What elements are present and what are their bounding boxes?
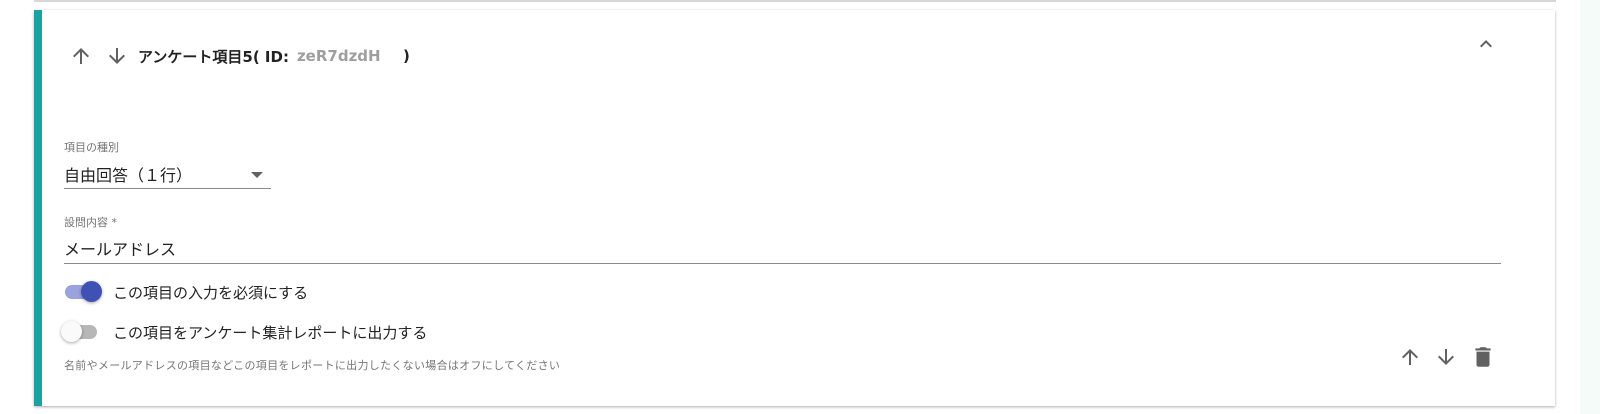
report-helper-text: 名前やメールアドレスの項目などこの項目をレポートに出力したくない場合はオフにして…: [64, 359, 561, 372]
question-title: アンケート項目5( ID: zeR7dzdH ): [138, 44, 410, 68]
arrow-down-icon: [1434, 345, 1458, 369]
content-input[interactable]: メールアドレス: [64, 234, 1501, 264]
card-accent-bar: [34, 10, 42, 406]
type-select[interactable]: 自由回答（１行）: [64, 160, 271, 189]
page: アンケート項目5( ID: zeR7dzdH ) 項目の種別 自由回答（１行） …: [0, 0, 1600, 414]
report-toggle-label: この項目をアンケート集計レポートに出力する: [113, 324, 428, 342]
content-input-value: メールアドレス: [64, 240, 177, 259]
question-title-prefix: アンケート項目5( ID:: [138, 47, 289, 66]
chevron-up-icon: [1474, 32, 1498, 56]
question-title-suffix: ): [402, 47, 410, 65]
delete-button[interactable]: [1469, 343, 1497, 371]
header-move-up-button[interactable]: [67, 42, 95, 70]
trash-icon: [1470, 344, 1496, 370]
footer-move-down-button[interactable]: [1432, 343, 1460, 371]
content-field-label: 設問内容 *: [64, 216, 117, 229]
required-toggle[interactable]: [63, 280, 103, 304]
required-toggle-thumb: [81, 281, 102, 302]
arrow-up-icon: [69, 44, 93, 68]
question-id: zeR7dzdH: [296, 47, 381, 65]
question-card: アンケート項目5( ID: zeR7dzdH ) 項目の種別 自由回答（１行） …: [34, 10, 1555, 406]
arrow-up-icon: [1398, 345, 1422, 369]
collapse-button[interactable]: [1471, 30, 1501, 58]
report-toggle-thumb: [61, 321, 82, 342]
previous-card-edge: [34, 0, 1556, 2]
report-toggle[interactable]: [61, 320, 101, 344]
arrow-down-icon: [105, 44, 129, 68]
type-select-value: 自由回答（１行）: [64, 166, 193, 185]
dropdown-arrow-icon: [251, 172, 263, 178]
right-gutter: [1580, 0, 1600, 414]
required-toggle-label: この項目の入力を必須にする: [113, 284, 309, 302]
type-field-label: 項目の種別: [64, 141, 119, 154]
header-move-down-button[interactable]: [103, 42, 131, 70]
footer-move-up-button[interactable]: [1396, 343, 1424, 371]
